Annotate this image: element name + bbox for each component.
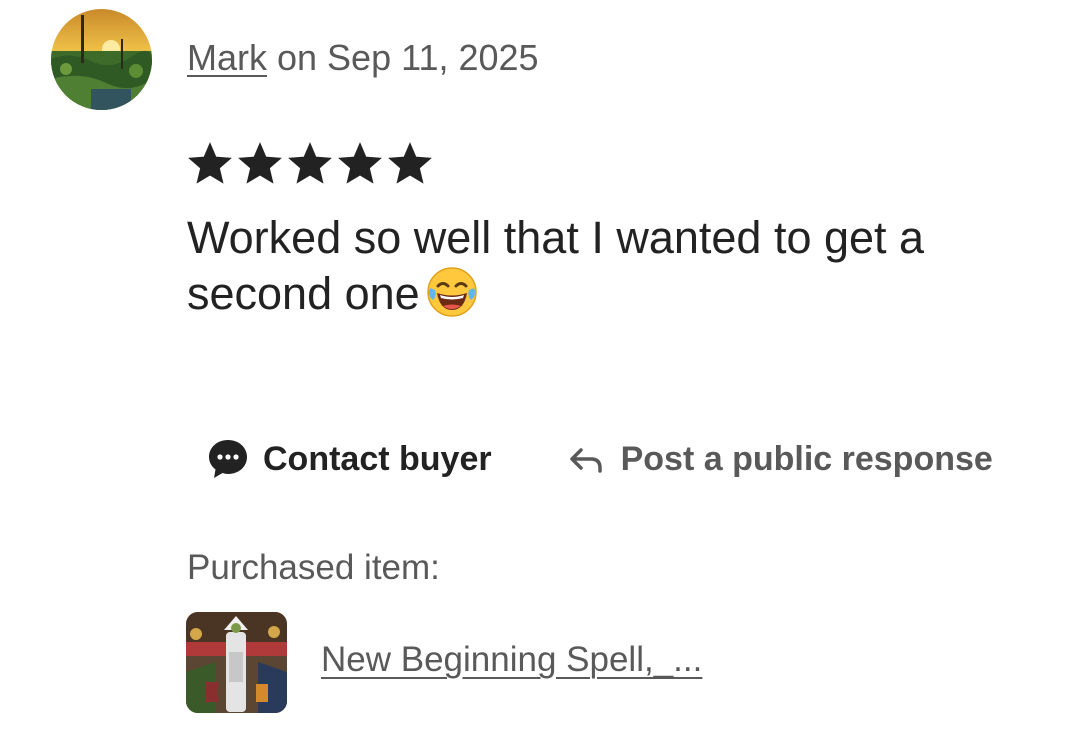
star-icon [388, 142, 432, 184]
purchased-item-label: Purchased item: [187, 548, 440, 587]
review-text: Worked so well that I wanted to get a se… [187, 212, 925, 319]
review-card: Mark on Sep 11, 2025 Worked so well that… [0, 0, 1080, 738]
star-rating [186, 140, 434, 188]
reviewer-name-link[interactable]: Mark [187, 37, 267, 78]
item-image [186, 612, 287, 713]
purchased-item-link[interactable]: New Beginning Spell,_... [321, 638, 702, 682]
review-text-block: Worked so well that I wanted to get a se… [187, 210, 1047, 331]
face-with-tears-of-joy-icon [426, 266, 478, 331]
avatar-image [51, 9, 152, 110]
star-icon [338, 142, 382, 184]
review-byline: Mark on Sep 11, 2025 [187, 36, 539, 80]
post-public-response-label: Post a public response [620, 439, 993, 478]
chat-bubble-icon [206, 437, 250, 481]
contact-buyer-label: Contact buyer [263, 439, 492, 478]
post-public-response-button[interactable]: Post a public response [568, 440, 993, 479]
review-date: on Sep 11, 2025 [267, 37, 539, 78]
purchased-item-thumbnail[interactable] [186, 612, 287, 713]
contact-buyer-button[interactable]: Contact buyer [206, 437, 492, 481]
reply-arrow-icon [568, 441, 604, 477]
star-icon [288, 142, 332, 184]
star-icon [188, 142, 232, 184]
reviewer-avatar[interactable] [51, 9, 152, 110]
star-icon [238, 142, 282, 184]
review-actions: Contact buyer Post a public response [206, 434, 993, 484]
